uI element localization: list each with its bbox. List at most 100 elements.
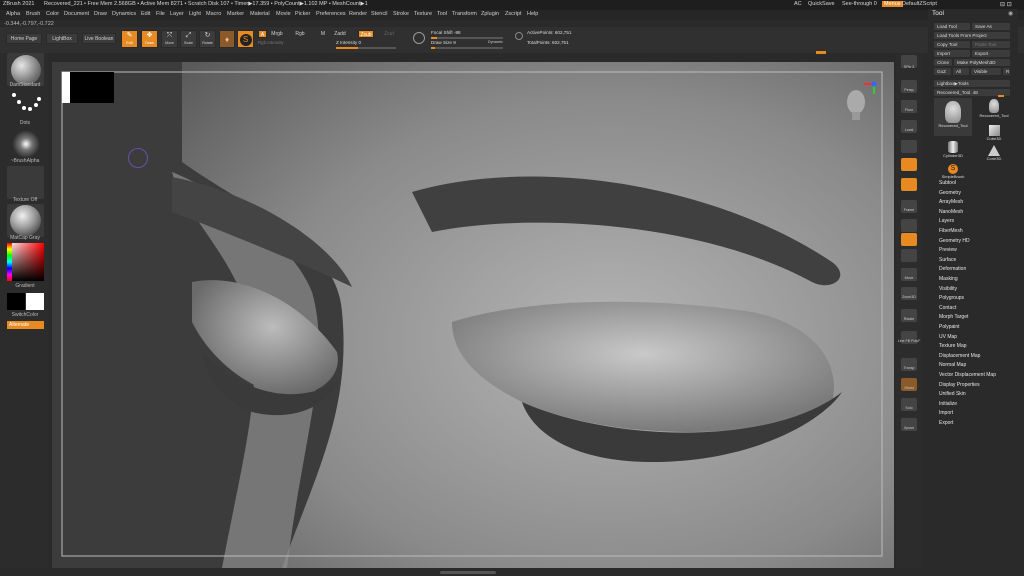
subpalette-arraymesh[interactable]: ArrayMesh bbox=[939, 199, 963, 205]
menu-material[interactable]: Material bbox=[250, 11, 270, 17]
menu-render[interactable]: Render bbox=[349, 11, 367, 17]
scroll-indicator[interactable] bbox=[816, 51, 826, 54]
subpalette-vector-displacement-map[interactable]: Vector Displacement Map bbox=[939, 372, 996, 378]
rotate-button[interactable]: Rotate bbox=[901, 309, 917, 322]
move-button[interactable]: Move bbox=[901, 268, 917, 281]
rgb-toggle[interactable]: Rgb bbox=[293, 30, 307, 38]
tool-thumb-recovered-2[interactable]: Recovered_Tool bbox=[978, 98, 1010, 122]
subpalette-masking[interactable]: Masking bbox=[939, 276, 958, 282]
alpha-thumbnail[interactable] bbox=[7, 128, 44, 161]
m-toggle[interactable]: M bbox=[318, 30, 328, 38]
rotate-axis-button[interactable] bbox=[901, 178, 917, 191]
default-zscript-button[interactable]: DefaultZScript bbox=[902, 1, 937, 7]
zcut-toggle[interactable]: Zcut bbox=[382, 30, 396, 38]
subpalette-texture-map[interactable]: Texture Map bbox=[939, 343, 967, 349]
zsub-toggle[interactable]: Zsub bbox=[358, 30, 374, 38]
menu-marker[interactable]: Marker bbox=[227, 11, 244, 17]
export-button[interactable]: Export bbox=[972, 50, 1010, 57]
edit-mode-button[interactable]: ✎ Edit bbox=[121, 30, 138, 48]
unknown-button[interactable] bbox=[901, 219, 917, 232]
switch-color-button[interactable]: SwitchColor bbox=[4, 312, 46, 318]
goz-button[interactable]: GoZ bbox=[934, 68, 951, 75]
z-intensity-slider[interactable]: Z Intensity 0 bbox=[336, 40, 361, 45]
copy-tool-button[interactable]: Copy Tool bbox=[934, 41, 970, 48]
menu-macro[interactable]: Macro bbox=[206, 11, 221, 17]
subpalette-preview[interactable]: Preview bbox=[939, 247, 957, 253]
material-thumbnail[interactable] bbox=[7, 204, 44, 237]
zoom-view-button[interactable] bbox=[901, 249, 917, 262]
subpalette-polypaint[interactable]: Polypaint bbox=[939, 324, 960, 330]
subpalette-polygroups[interactable]: Polygroups bbox=[939, 295, 964, 301]
material-swatch-button[interactable]: ♦ bbox=[219, 30, 235, 48]
subpalette-uv-map[interactable]: UV Map bbox=[939, 334, 957, 340]
floor-button[interactable]: Floor bbox=[901, 100, 917, 113]
bottom-tray-handle[interactable] bbox=[440, 571, 496, 574]
mrgb-toggle[interactable]: Mrgb bbox=[269, 30, 285, 38]
menu-document[interactable]: Document bbox=[64, 11, 89, 17]
tool-thumb-cylinder3d[interactable]: Cylinder3D bbox=[934, 140, 972, 162]
persp-button[interactable]: Persp bbox=[901, 80, 917, 93]
menu-file[interactable]: File bbox=[156, 11, 165, 17]
stroke-thumbnail[interactable] bbox=[7, 90, 44, 123]
xyz-button[interactable] bbox=[901, 158, 917, 171]
menu-movie[interactable]: Movie bbox=[276, 11, 291, 17]
make-polymesh3d-button[interactable]: Make PolyMesh3D bbox=[954, 59, 1010, 66]
scale-mode-button[interactable]: ⤢ Scale bbox=[180, 30, 197, 48]
tool-thumb-cone3d[interactable]: Cone3D bbox=[978, 144, 1010, 164]
hue-strip[interactable] bbox=[7, 243, 12, 281]
subpalette-surface[interactable]: Surface bbox=[939, 257, 956, 263]
snap-button[interactable] bbox=[901, 140, 917, 153]
menu-draw[interactable]: Draw bbox=[94, 11, 107, 17]
goz-r-button[interactable]: R bbox=[1003, 68, 1010, 75]
menu-texture[interactable]: Texture bbox=[414, 11, 432, 17]
subpalette-display-properties[interactable]: Display Properties bbox=[939, 382, 980, 388]
goz-visible-button[interactable]: Visible bbox=[971, 68, 1001, 75]
texture-thumbnail[interactable] bbox=[7, 166, 44, 199]
menu-light[interactable]: Light bbox=[189, 11, 201, 17]
menu-brush[interactable]: Brush bbox=[26, 11, 40, 17]
a-toggle[interactable]: A bbox=[258, 30, 267, 38]
menu-zscript[interactable]: Zscript bbox=[505, 11, 522, 17]
menu-alpha[interactable]: Alpha bbox=[6, 11, 20, 17]
transp-button[interactable]: Transp bbox=[901, 358, 917, 371]
move-mode-button[interactable]: ⤧ Move bbox=[161, 30, 178, 48]
focal-shift-slider[interactable]: Focal Shift -88 bbox=[431, 30, 461, 35]
menu-stroke[interactable]: Stroke bbox=[393, 11, 409, 17]
load-tool-button[interactable]: Load Tool bbox=[934, 23, 970, 30]
zadd-toggle[interactable]: Zadd bbox=[332, 30, 348, 38]
tool-thumb-recovered-active[interactable]: Recovered_Tool bbox=[934, 98, 972, 136]
menu-help[interactable]: Help bbox=[527, 11, 538, 17]
rotate-mode-button[interactable]: ↻ Rotate bbox=[199, 30, 216, 48]
zoom3d-button[interactable]: Zoom3D bbox=[901, 287, 917, 300]
quicksave-button[interactable]: QuickSave bbox=[808, 1, 835, 7]
draw-mode-button[interactable]: ✥ Draw bbox=[141, 30, 158, 48]
move-view-button[interactable] bbox=[901, 233, 917, 246]
load-tools-from-project-button[interactable]: Load Tools From Project bbox=[934, 32, 1010, 39]
subpalette-deformation[interactable]: Deformation bbox=[939, 266, 966, 272]
menu-transform[interactable]: Transform bbox=[452, 11, 477, 17]
ghost-button[interactable]: Ghost bbox=[901, 378, 917, 391]
ac-button[interactable]: AC bbox=[794, 1, 802, 7]
rgb-intensity-slider[interactable]: Rgb Intensity bbox=[258, 40, 284, 45]
lazy-mouse-icon[interactable] bbox=[413, 32, 425, 44]
home-page-button[interactable]: Home Page bbox=[6, 33, 42, 44]
polyf-button[interactable]: Line Fill PolyF bbox=[898, 331, 920, 344]
subpalette-geometry-hd[interactable]: Geometry HD bbox=[939, 238, 970, 244]
spix-button[interactable]: SPix 3 bbox=[901, 55, 917, 69]
menu-stencil[interactable]: Stencil bbox=[371, 11, 388, 17]
alternate-button[interactable]: Alternate bbox=[7, 321, 44, 329]
subpalette-contact[interactable]: Contact bbox=[939, 305, 956, 311]
menus-button[interactable]: Menus bbox=[882, 1, 903, 7]
subpalette-export[interactable]: Export bbox=[939, 420, 953, 426]
tool-thumb-cube3d[interactable]: Cube3D bbox=[978, 124, 1010, 146]
menu-tool[interactable]: Tool bbox=[437, 11, 447, 17]
subpalette-morph-target[interactable]: Morph Target bbox=[939, 314, 968, 320]
subpalette-normal-map[interactable]: Normal Map bbox=[939, 362, 966, 368]
draw-size-slider[interactable]: Draw Size 9 bbox=[431, 40, 456, 45]
subpalette-layers[interactable]: Layers bbox=[939, 218, 954, 224]
subpalette-subtool[interactable]: Subtool bbox=[939, 180, 956, 186]
local-button[interactable]: Local bbox=[901, 120, 917, 133]
clone-button[interactable]: Clone bbox=[934, 59, 952, 66]
live-boolean-button[interactable]: Live Boolean bbox=[82, 33, 116, 44]
menu-layer[interactable]: Layer bbox=[170, 11, 184, 17]
